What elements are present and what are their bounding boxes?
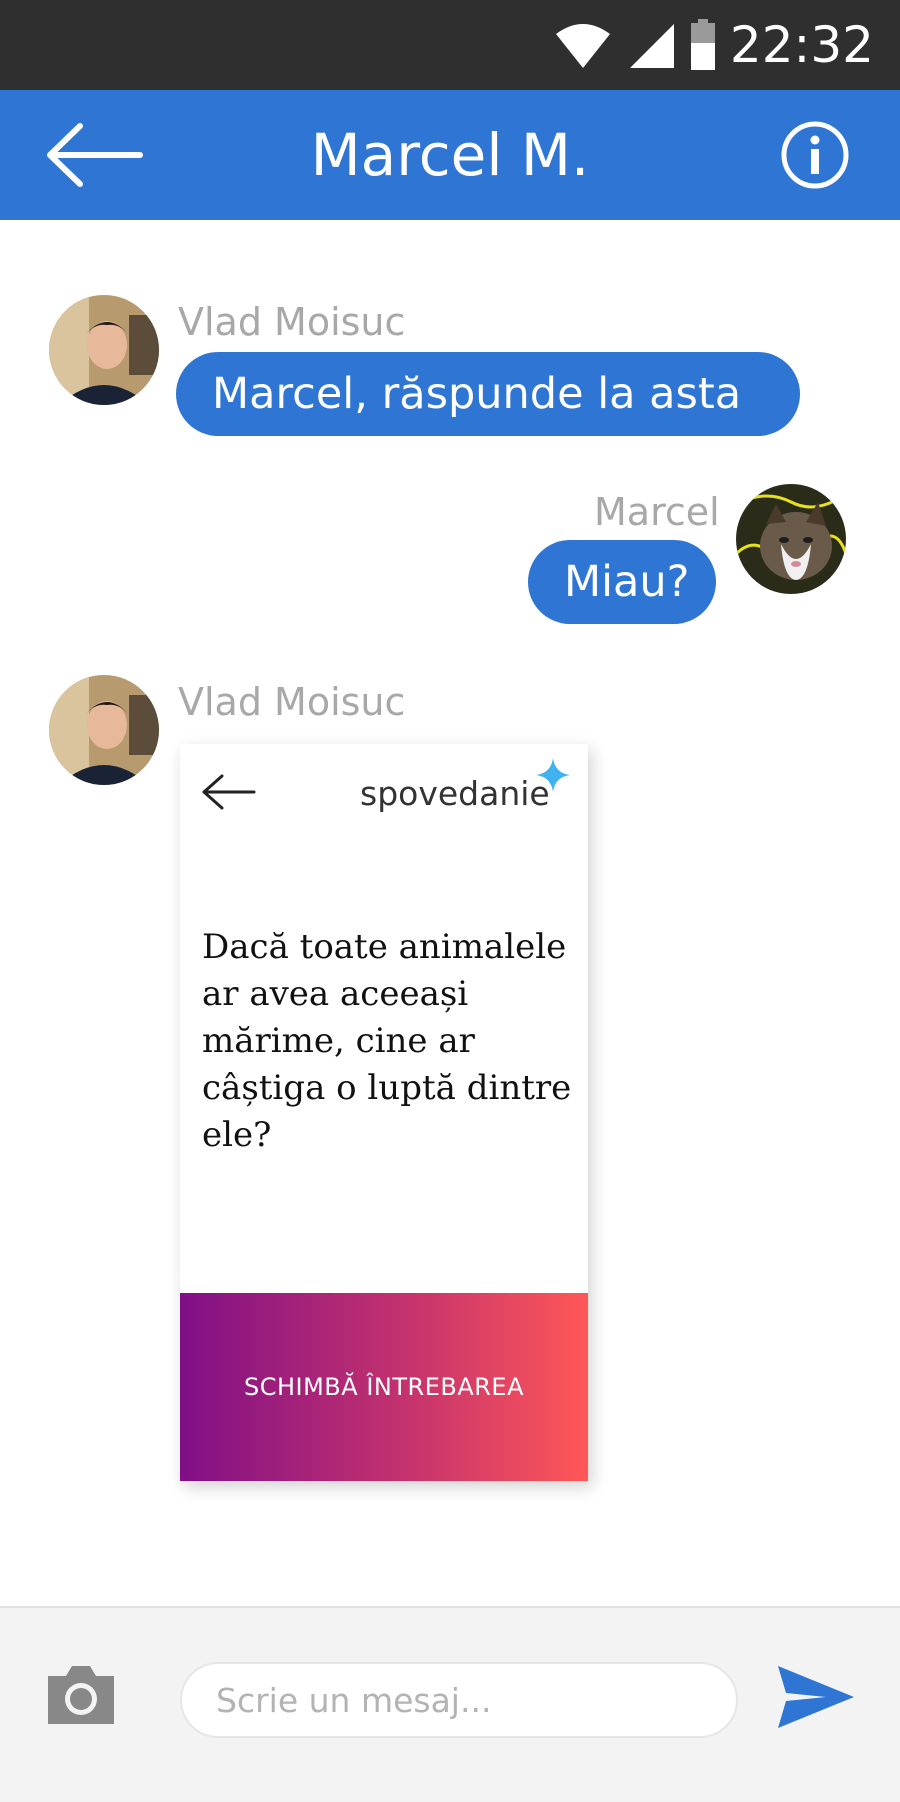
wifi-icon <box>555 24 610 68</box>
sender-name: Marcel <box>594 490 720 534</box>
sparkle-icon <box>536 758 570 792</box>
message-bubble[interactable]: Marcel, răspunde la asta <box>176 352 800 436</box>
avatar[interactable] <box>49 675 159 785</box>
status-icons: 22:32 <box>554 16 874 74</box>
change-question-button[interactable]: SCHIMBĂ ÎNTREBAREA <box>180 1293 588 1481</box>
status-time: 22:32 <box>729 16 874 74</box>
message-bubble[interactable]: Miau? <box>528 540 716 624</box>
shared-question-card[interactable]: spovedanie Dacă toate animalele ar avea … <box>180 744 588 1481</box>
battery-icon <box>690 19 715 70</box>
sender-name: Vlad Moisuc <box>178 680 406 724</box>
status-bar: 22:32 <box>0 0 900 90</box>
brand-logo-text: spovedanie <box>360 774 550 813</box>
app-bar: Marcel M. <box>0 90 900 220</box>
avatar[interactable] <box>736 484 846 594</box>
back-arrow-icon <box>202 774 256 810</box>
info-icon[interactable] <box>780 120 850 190</box>
sender-name: Vlad Moisuc <box>178 300 406 344</box>
message-composer <box>0 1606 900 1802</box>
send-icon[interactable] <box>776 1664 856 1730</box>
message-input[interactable] <box>180 1662 738 1738</box>
signal-icon <box>629 24 674 68</box>
conversation-title: Marcel M. <box>310 121 590 189</box>
question-text: Dacă toate animalele ar avea aceeași măr… <box>202 927 572 1155</box>
camera-icon[interactable] <box>44 1662 118 1726</box>
avatar[interactable] <box>49 295 159 405</box>
